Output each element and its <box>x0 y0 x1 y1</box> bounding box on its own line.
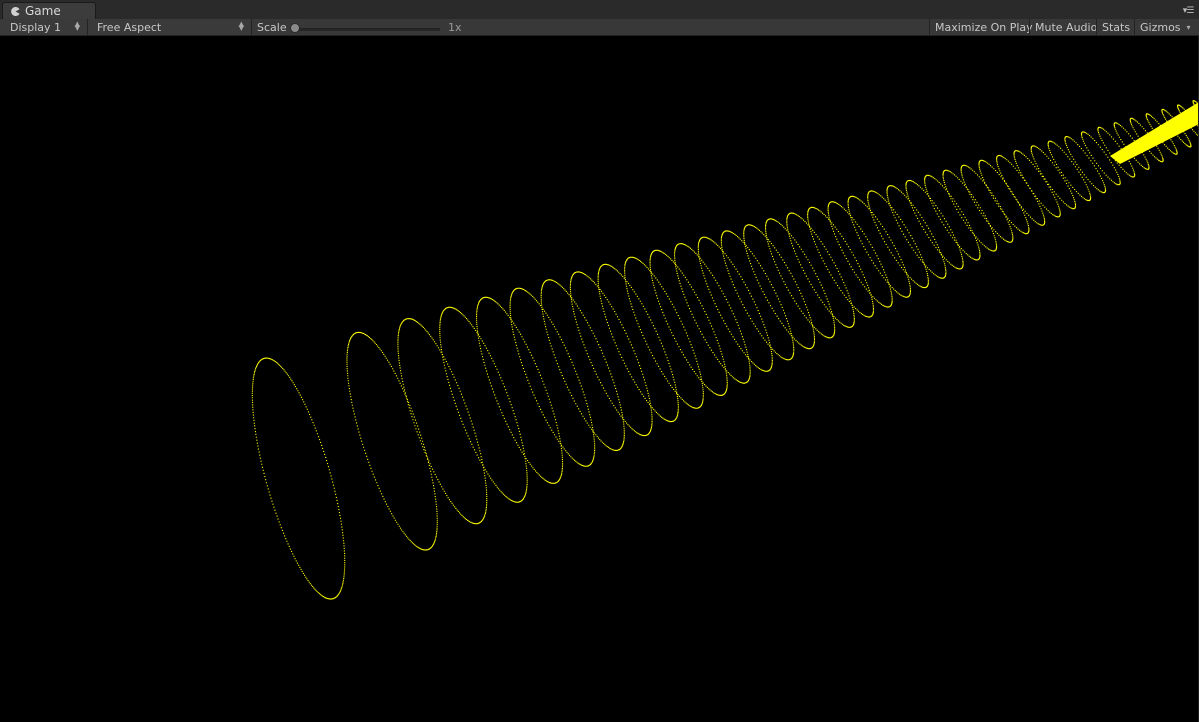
ring-group <box>251 100 1199 600</box>
gizmos-label: Gizmos <box>1140 20 1181 34</box>
game-viewport[interactable] <box>0 36 1199 722</box>
point-cloud-spiral <box>251 100 1199 600</box>
tab-bar: Game ▾☰ <box>0 0 1199 19</box>
stats-button[interactable]: Stats <box>1096 19 1135 35</box>
tab-menu-icon[interactable]: ▾☰ <box>1181 6 1195 16</box>
mute-audio-button[interactable]: Mute Audio <box>1029 19 1102 35</box>
aspect-dropdown-label: Free Aspect <box>97 20 162 34</box>
scale-value: 1x <box>448 20 462 34</box>
dense-tip <box>1110 102 1199 164</box>
scale-slider-track[interactable] <box>294 28 440 31</box>
maximize-on-play-button[interactable]: Maximize On Play <box>929 19 1038 35</box>
scale-label: Scale <box>257 20 287 34</box>
tab-game[interactable]: Game <box>2 2 96 19</box>
game-toolbar: Display 1 ▲ ▼ Free Aspect ▲ ▼ Scale 1x Max… <box>0 19 1199 36</box>
gizmos-dropdown[interactable]: Gizmos ▾ <box>1134 19 1199 35</box>
pacman-icon <box>11 6 20 16</box>
ring-points <box>251 100 1199 600</box>
dropdown-arrows-icon: ▲ ▼ <box>74 20 80 32</box>
dropdown-arrows-icon: ▲ ▼ <box>238 20 244 32</box>
tab-label: Game <box>25 4 61 18</box>
chevron-down-icon: ▾ <box>1186 22 1191 32</box>
display-dropdown-label: Display 1 <box>10 20 62 34</box>
display-dropdown[interactable]: Display 1 ▲ ▼ <box>0 19 88 35</box>
aspect-dropdown[interactable]: Free Aspect ▲ ▼ <box>88 19 252 35</box>
scale-slider-thumb[interactable] <box>290 23 300 33</box>
